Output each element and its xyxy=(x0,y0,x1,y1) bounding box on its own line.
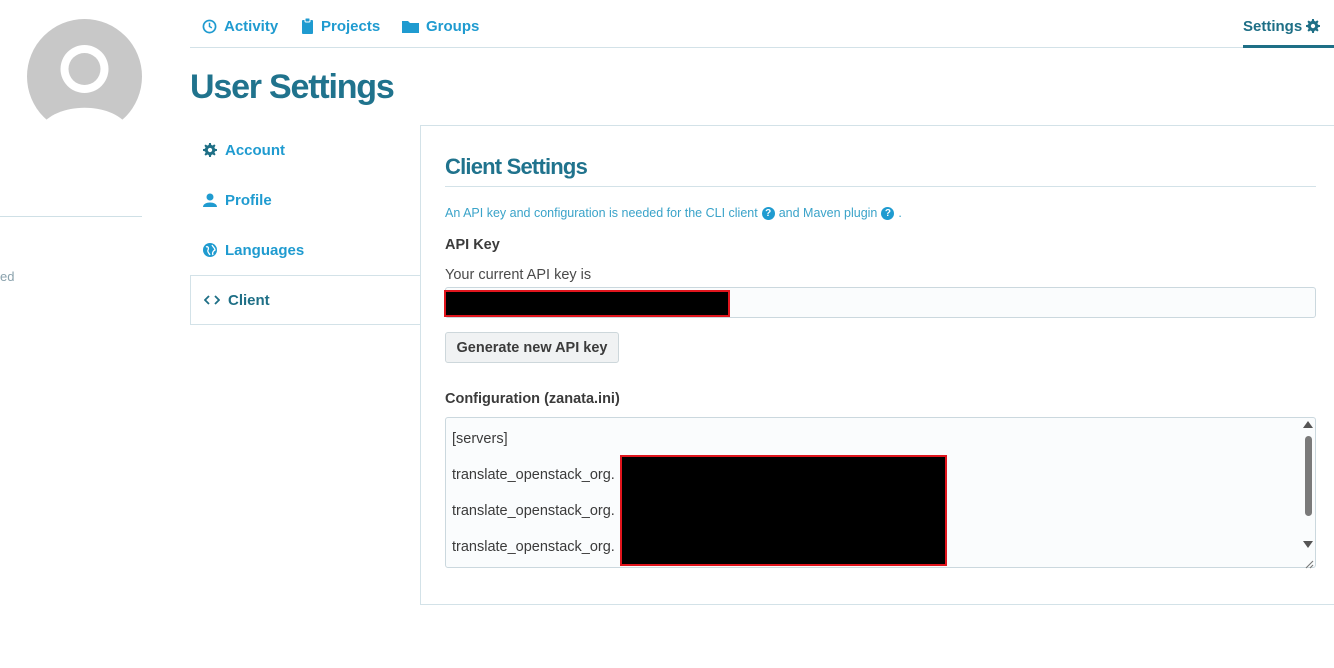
user-icon xyxy=(203,193,217,207)
sidebar-item-label: Profile xyxy=(225,191,272,209)
sidebar-item-profile[interactable]: Profile xyxy=(190,176,420,224)
nav-activity-label: Activity xyxy=(224,17,279,35)
clipboard-icon xyxy=(302,18,313,34)
generate-api-key-button[interactable]: Generate new API key xyxy=(445,332,619,363)
clock-icon xyxy=(202,19,217,33)
maven-help-icon[interactable]: ? xyxy=(881,206,895,220)
scroll-down-icon[interactable] xyxy=(1303,541,1313,548)
config-line: translate_openstack_org. xyxy=(452,467,615,483)
topnav-divider xyxy=(190,47,1334,48)
nav-projects[interactable]: Projects xyxy=(301,16,380,36)
scroll-thumb[interactable] xyxy=(1305,436,1312,516)
config-line: [servers] xyxy=(452,431,508,447)
settings-active-indicator xyxy=(1243,45,1334,48)
sidebar-item-label: Client xyxy=(228,291,270,309)
sidebar-item-label: Account xyxy=(225,141,285,159)
config-line: translate_openstack_org. xyxy=(452,539,615,555)
folder-icon xyxy=(402,21,419,33)
sidebar-item-languages[interactable]: Languages xyxy=(190,226,420,274)
nav-settings[interactable]: Settings xyxy=(1243,16,1321,36)
nav-activity[interactable]: Activity xyxy=(202,16,278,36)
gear-icon xyxy=(1306,19,1321,33)
nav-settings-label: Settings xyxy=(1243,17,1303,35)
page-title: User Settings xyxy=(190,68,395,106)
intro-text-part2: and Maven plugin xyxy=(778,206,878,220)
code-icon xyxy=(204,295,220,305)
sidebar-item-account[interactable]: Account xyxy=(190,126,420,174)
cli-help-icon[interactable]: ? xyxy=(761,206,775,220)
panel-divider xyxy=(445,186,1316,187)
resize-grip-icon[interactable] xyxy=(1304,556,1314,569)
api-key-description: Your current API key is xyxy=(445,267,592,283)
nav-groups-label: Groups xyxy=(426,17,480,35)
avatar xyxy=(27,19,142,134)
configuration-redaction xyxy=(620,455,947,566)
sidebar-item-label: Languages xyxy=(225,241,305,259)
scroll-up-icon[interactable] xyxy=(1303,421,1313,428)
left-text-fragment: ed xyxy=(0,269,15,284)
config-line: translate_openstack_org. xyxy=(452,503,615,519)
api-key-label: API Key xyxy=(445,237,500,253)
configuration-label: Configuration (zanata.ini) xyxy=(445,391,620,407)
api-key-redaction xyxy=(444,290,730,317)
gear-icon xyxy=(203,143,217,157)
nav-projects-label: Projects xyxy=(321,17,381,35)
globe-icon xyxy=(203,243,217,257)
intro-text-end: . xyxy=(898,206,902,220)
intro-text: An API key and configuration is needed f… xyxy=(445,206,902,220)
sidebar-item-client[interactable]: Client xyxy=(190,275,420,325)
left-divider xyxy=(0,216,142,217)
intro-text-part1: An API key and configuration is needed f… xyxy=(445,206,758,220)
panel-title: Client Settings xyxy=(445,154,588,179)
nav-groups[interactable]: Groups xyxy=(402,16,479,36)
